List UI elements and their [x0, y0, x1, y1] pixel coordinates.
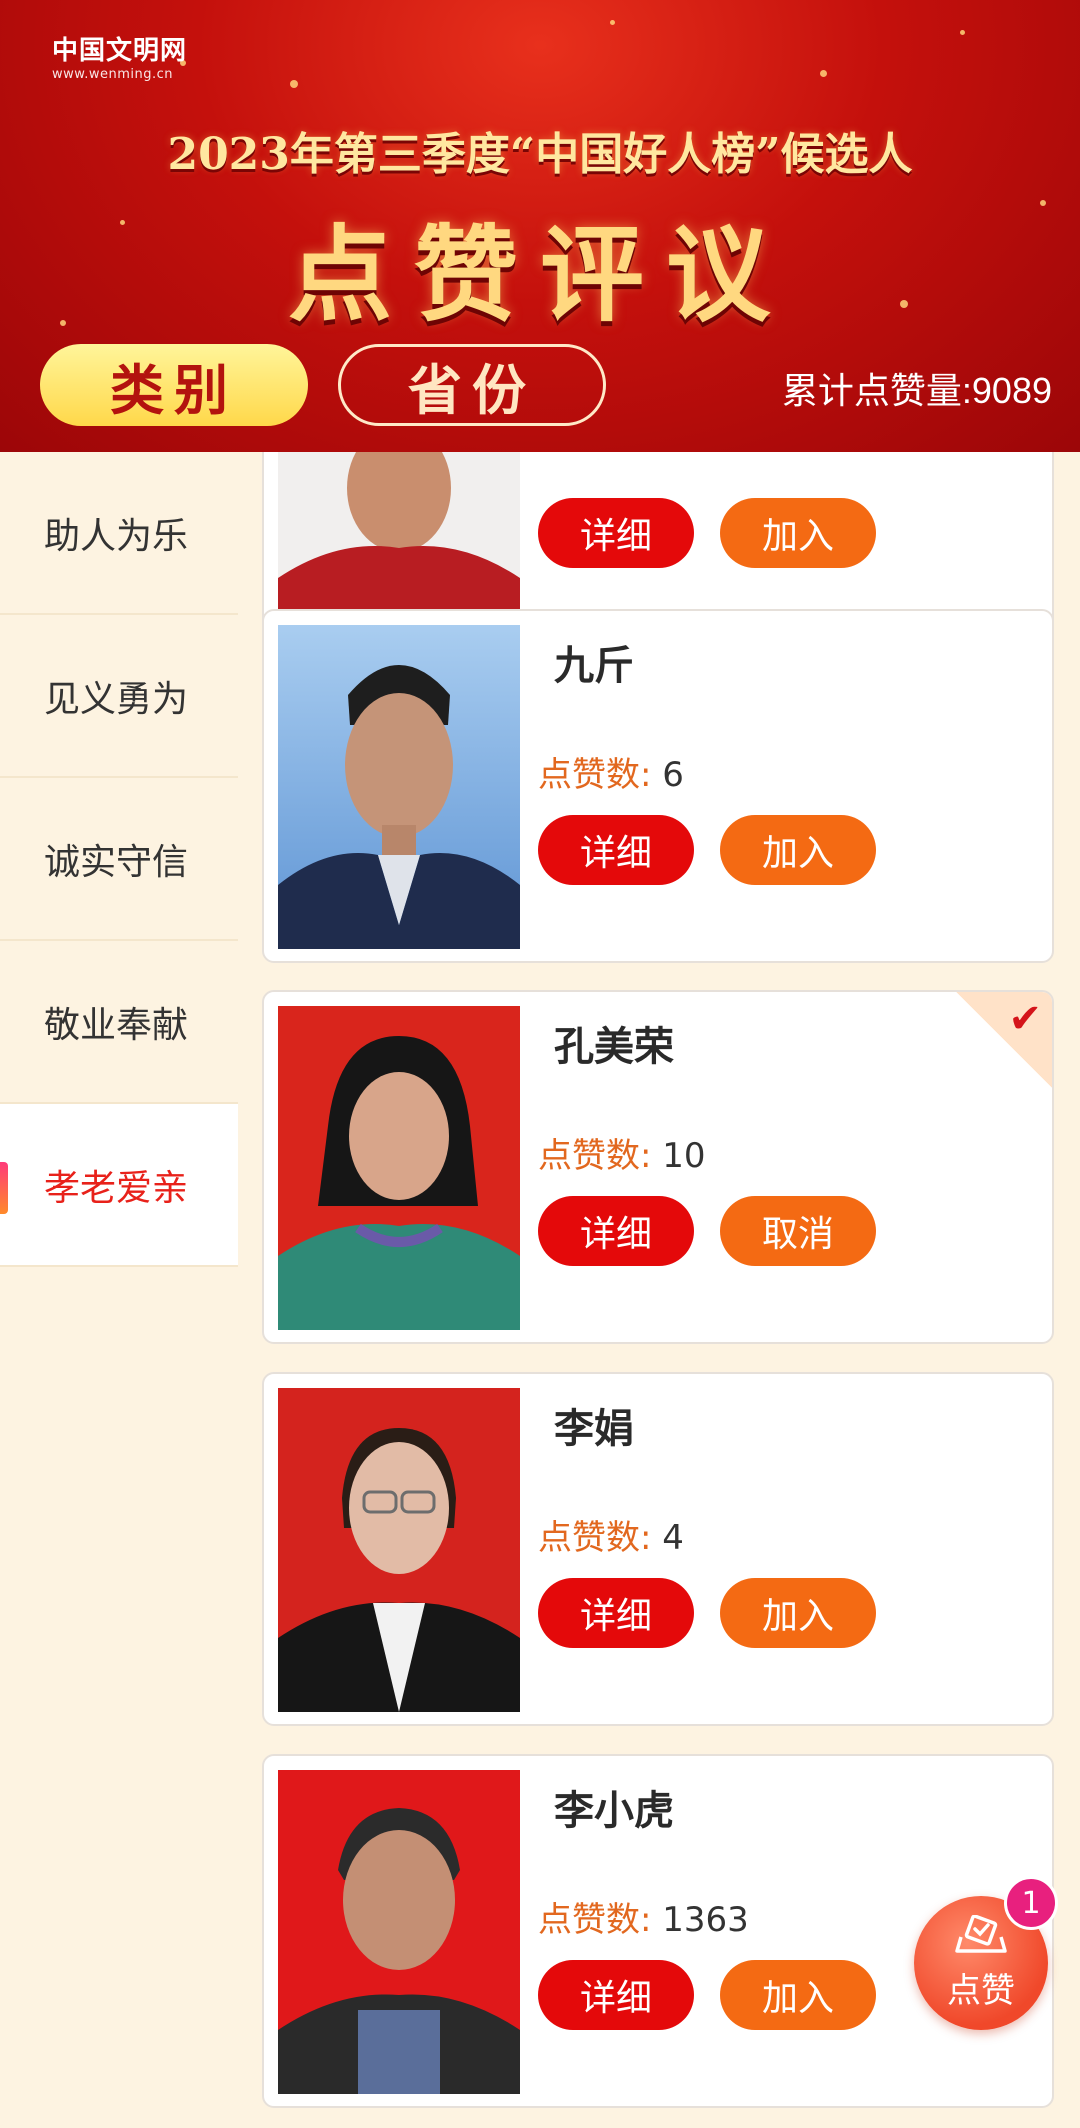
- vote-count-value: 10: [662, 1136, 706, 1176]
- join-button[interactable]: 加入: [720, 498, 876, 568]
- join-button[interactable]: 加入: [720, 815, 876, 885]
- headline: 2023年第三季度“中国好人榜”候选人: [167, 129, 913, 180]
- candidate-photo: [278, 1388, 520, 1712]
- sidebar-item-label: 见义勇为: [44, 678, 189, 720]
- sidebar-item-label: 敬业奉献: [44, 1004, 189, 1046]
- candidate-card-selected: ✔ 孔美荣 点赞数: 10 详细 取消: [262, 990, 1054, 1344]
- vote-count-label: 点赞数:: [538, 1900, 652, 1940]
- sidebar-item-label: 孝老爱亲: [44, 1167, 189, 1209]
- logo-text: 中国文明网: [52, 36, 188, 66]
- candidate-card: 李娟 点赞数: 4 详细 加入: [262, 1372, 1054, 1726]
- sidebar-item-label: 助人为乐: [44, 515, 189, 557]
- selection-count-badge: 1: [1004, 1876, 1058, 1930]
- sidebar-item-label: 诚实守信: [44, 841, 189, 883]
- province-filter-button[interactable]: 省份: [338, 344, 606, 426]
- candidate-photo: [278, 1006, 520, 1330]
- vote-count: 点赞数: 4: [538, 1510, 684, 1559]
- sidebar-item-bravery[interactable]: 见义勇为: [0, 615, 238, 778]
- page-title: 点赞评议: [287, 213, 792, 336]
- candidate-name: 李小虎: [554, 1788, 674, 1834]
- vote-count-label: 点赞数:: [538, 1136, 652, 1176]
- sidebar-item-helping-others[interactable]: 助人为乐: [0, 452, 238, 615]
- candidate-name: 孔美荣: [554, 1024, 674, 1070]
- join-button[interactable]: 加入: [720, 1960, 876, 2030]
- candidate-name: 李娟: [554, 1406, 634, 1452]
- category-filter-button[interactable]: 类别: [40, 344, 308, 426]
- vote-count: 点赞数: 1363: [538, 1892, 749, 1941]
- sidebar-item-filial-piety[interactable]: 孝老爱亲: [0, 1104, 238, 1267]
- category-sidebar: 助人为乐 见义勇为 诚实守信 敬业奉献 孝老爱亲: [0, 452, 238, 2128]
- detail-button[interactable]: 详细: [538, 1196, 694, 1266]
- total-likes: 累计点赞量:9089: [781, 370, 1052, 411]
- candidate-photo: [278, 1770, 520, 2094]
- vote-count-value: 4: [662, 1518, 684, 1558]
- vote-count-value: 6: [662, 755, 684, 795]
- selected-check-icon: ✔: [956, 992, 1052, 1088]
- vote-count-label: 点赞数:: [538, 1518, 652, 1558]
- detail-button[interactable]: 详细: [538, 498, 694, 568]
- candidate-card: 九斤 点赞数: 6 详细 加入: [262, 609, 1054, 963]
- vote-count: 点赞数: 6: [538, 747, 684, 796]
- candidate-list[interactable]: 详细 加入 九斤 点赞数: 6 详细 加入 ✔ 孔美荣 点赞数: 10 详细 取…: [262, 452, 1054, 2128]
- ballot-box-icon: [955, 1913, 1007, 1961]
- vote-count: 点赞数: 10: [538, 1128, 706, 1177]
- vote-count-label: 点赞数:: [538, 755, 652, 795]
- candidate-photo: [278, 625, 520, 949]
- vote-count-value: 1363: [662, 1900, 749, 1940]
- header-banner: 中国文明网 www.wenming.cn 2023年第三季度“中国好人榜”候选人…: [0, 0, 1080, 452]
- candidate-name: 九斤: [554, 643, 634, 689]
- like-submit-label: 点赞: [947, 1970, 1015, 2011]
- detail-button[interactable]: 详细: [538, 1578, 694, 1648]
- sidebar-item-honesty[interactable]: 诚实守信: [0, 778, 238, 941]
- detail-button[interactable]: 详细: [538, 815, 694, 885]
- wenming-logo: 中国文明网 www.wenming.cn: [52, 30, 187, 82]
- detail-button[interactable]: 详细: [538, 1960, 694, 2030]
- join-button[interactable]: 加入: [720, 1578, 876, 1648]
- logo-url: www.wenming.cn: [52, 67, 173, 82]
- cancel-button[interactable]: 取消: [720, 1196, 876, 1266]
- sidebar-item-dedication[interactable]: 敬业奉献: [0, 941, 238, 1104]
- candidate-photo: [278, 452, 520, 632]
